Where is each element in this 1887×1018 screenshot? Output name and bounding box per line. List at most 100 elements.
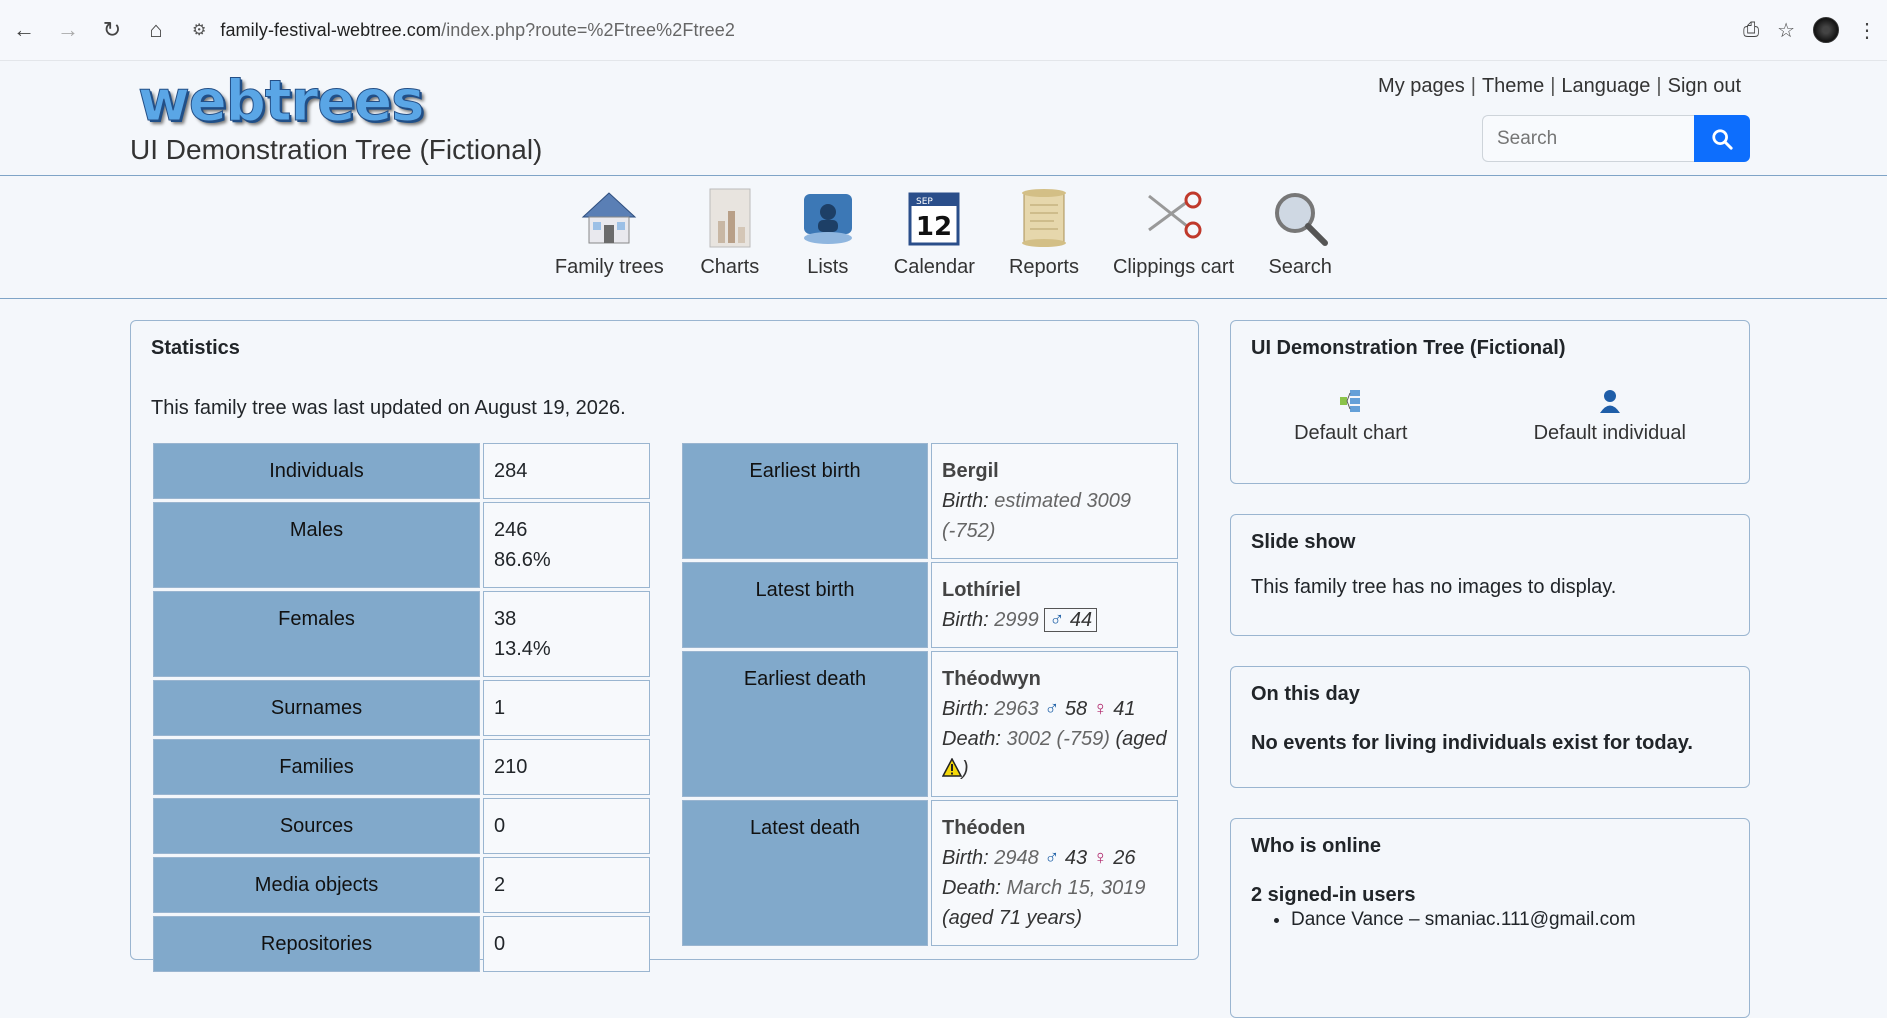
on-this-day-text: No events for living individuals exist f… [1251, 732, 1693, 754]
table-row: Latest death Théoden Birth: 2948 ♂ 43 ♀ … [682, 800, 1178, 946]
forward-icon[interactable]: → [48, 10, 88, 50]
search-button[interactable] [1694, 115, 1750, 162]
address-bar[interactable]: family-festival-webtree.com/index.php?ro… [220, 20, 735, 41]
fact-label: Death: [942, 877, 1001, 899]
back-icon[interactable]: ← [4, 10, 44, 50]
person-name-link[interactable]: Lothíriel [942, 575, 1167, 605]
nav-charts[interactable]: Charts [681, 176, 779, 298]
table-row: Surnames 1 [153, 680, 650, 736]
birth-fact: Birth: estimated 3009 [942, 486, 1167, 516]
language-link[interactable]: Language [1555, 75, 1656, 98]
site-header: webtrees UI Demonstration Tree (Fictiona… [0, 61, 1887, 176]
stat-number[interactable]: 2 [494, 874, 505, 896]
online-users-list: Dance Vance – smaniac.111@gmail.com [1231, 907, 1749, 931]
stat-value[interactable]: 1 [483, 680, 650, 736]
nav-label: Family trees [554, 256, 664, 278]
webtrees-logo[interactable]: webtrees [137, 69, 424, 135]
url-domain: family-festival-webtree.com [220, 19, 442, 40]
bookmark-star-icon[interactable]: ☆ [1777, 18, 1795, 43]
online-user[interactable]: Dance Vance – smaniac.111@gmail.com [1291, 909, 1749, 931]
default-chart-link[interactable]: Default chart [1294, 388, 1407, 445]
on-this-day-block: On this day No events for living individ… [1230, 666, 1750, 788]
who-is-online-block: Who is online 2 signed-in users Dance Va… [1230, 818, 1750, 1018]
stat-value: Lothíriel Birth: 2999 ♂ 44 [931, 562, 1178, 648]
stat-value[interactable]: 0 [483, 916, 650, 972]
aged-open: (aged [1115, 728, 1167, 750]
theme-link[interactable]: Theme [1476, 75, 1550, 98]
install-app-icon[interactable]: ⎙ [1743, 19, 1759, 42]
tree-title[interactable]: UI Demonstration Tree (Fictional) [130, 134, 542, 166]
death-date[interactable]: March 15, 3019 [1007, 877, 1146, 899]
lists-icon [796, 186, 860, 250]
nav-search[interactable]: Search [1251, 176, 1349, 298]
nav-calendar[interactable]: SEP 12 Calendar [877, 176, 992, 298]
chart-icon [698, 186, 762, 250]
search-input[interactable] [1482, 115, 1694, 162]
stat-number[interactable]: 246 [494, 515, 639, 545]
default-individual-link[interactable]: Default individual [1534, 388, 1686, 445]
father-age: 44 [1069, 609, 1093, 631]
stat-value[interactable]: 210 [483, 739, 650, 795]
statistics-block: Statistics This family tree was last upd… [130, 320, 1199, 972]
female-icon: ♀ [1092, 847, 1108, 869]
birth-date-extra: (-752) [942, 520, 996, 542]
site-info-icon[interactable]: ⚙ [192, 20, 206, 40]
fact-label: Birth: [942, 698, 989, 720]
stat-number[interactable]: 38 [494, 604, 639, 634]
tree-links: Default chart Default individual [1231, 360, 1749, 445]
stat-label: Latest death [682, 800, 928, 946]
birth-fact: Birth: 2963 ♂ 58 ♀ 41 [942, 694, 1167, 724]
person-name-link[interactable]: Bergil [942, 456, 1167, 486]
birth-date[interactable]: 2948 [994, 847, 1039, 869]
nav-family-trees[interactable]: Family trees [538, 176, 681, 298]
stat-value[interactable]: 284 [483, 443, 650, 499]
birth-date[interactable]: 2999 [994, 609, 1039, 631]
stat-label: Sources [153, 798, 480, 854]
stat-value[interactable]: 2 [483, 857, 650, 913]
stat-number[interactable]: 0 [494, 933, 505, 955]
stat-value[interactable]: 0 [483, 798, 650, 854]
person-name-link[interactable]: Théoden [942, 813, 1167, 843]
birth-extra: (-752) [942, 516, 1167, 546]
birth-date[interactable]: estimated 3009 [994, 490, 1131, 512]
tree-info-block: UI Demonstration Tree (Fictional) Defaul… [1230, 320, 1750, 484]
table-row: Females 38 13.4% [153, 591, 650, 677]
death-date[interactable]: 3002 (-759) [1007, 728, 1110, 750]
stat-number[interactable]: 284 [494, 460, 527, 482]
nav-reports[interactable]: Reports [992, 176, 1096, 298]
nav-label: Charts [700, 256, 760, 278]
person-icon [1599, 390, 1620, 413]
warning-icon [942, 758, 962, 777]
mother-age: 41 [1113, 698, 1136, 720]
profile-avatar[interactable] [1813, 17, 1839, 43]
nav-clippings-cart[interactable]: Clippings cart [1096, 176, 1251, 298]
aged-text: (aged 71 years) [942, 907, 1083, 929]
my-pages-link[interactable]: My pages [1372, 75, 1471, 98]
table-row: Individuals 284 [153, 443, 650, 499]
stat-value: Bergil Birth: estimated 3009 (-752) [931, 443, 1178, 559]
last-updated-text: This family tree was last updated on Aug… [151, 397, 626, 419]
table-row: Earliest death Théodwyn Birth: 2963 ♂ 58… [682, 651, 1178, 797]
stat-number[interactable]: 0 [494, 815, 505, 837]
stat-number[interactable]: 1 [494, 697, 505, 719]
birth-fact: Birth: 2999 ♂ 44 [942, 605, 1167, 635]
search-icon [1712, 128, 1733, 150]
reload-icon[interactable]: ↻ [92, 10, 132, 50]
on-this-day-title: On this day [1251, 683, 1360, 705]
primary-nav: Family trees Charts Lists SEP 12 Calendar… [0, 176, 1887, 299]
fact-label: Death: [942, 728, 1001, 750]
table-row: Media objects 2 [153, 857, 650, 913]
birth-date[interactable]: 2963 [994, 698, 1039, 720]
stat-value: Théodwyn Birth: 2963 ♂ 58 ♀ 41 Death: 30… [931, 651, 1178, 797]
menu-kebab-icon[interactable]: ⋮ [1857, 18, 1877, 43]
stat-number[interactable]: 210 [494, 756, 527, 778]
fact-label: Birth: [942, 847, 989, 869]
nav-lists[interactable]: Lists [779, 176, 877, 298]
url-path: /index.php?route=%2Ftree%2Ftree2 [441, 19, 735, 40]
stat-value: 246 86.6% [483, 502, 650, 588]
person-name-link[interactable]: Théodwyn [942, 664, 1167, 694]
default-individual-label: Default individual [1533, 422, 1686, 444]
chart-tree-icon [1339, 390, 1360, 412]
home-icon[interactable]: ⌂ [136, 10, 176, 50]
sign-out-link[interactable]: Sign out [1662, 75, 1747, 98]
